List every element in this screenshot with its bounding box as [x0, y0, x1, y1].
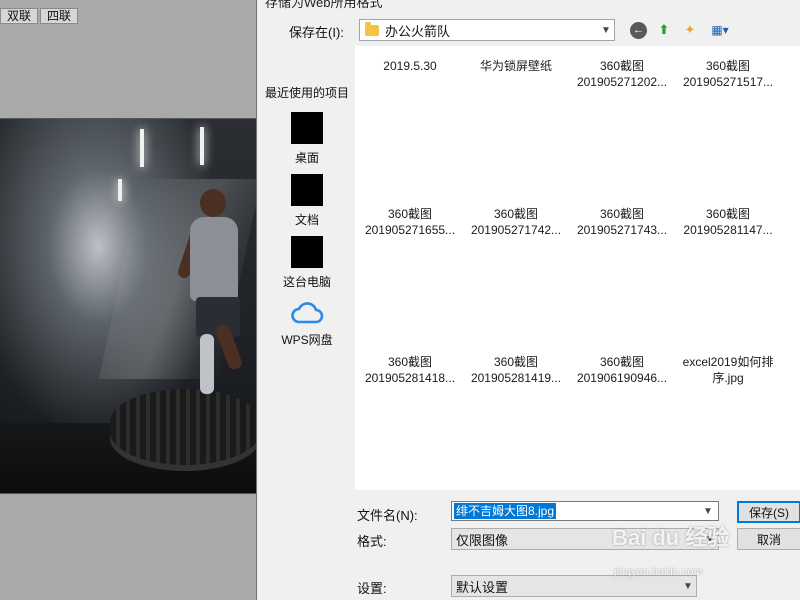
athlete-torso — [190, 217, 238, 301]
file-item-name-cont: 201905281419... — [470, 371, 562, 385]
filename-input[interactable]: 绯不吉姆大图8.jpg ▼ — [451, 501, 719, 521]
settings-label: 设置: — [357, 581, 387, 596]
save-in-label: 保存在(I): — [289, 25, 344, 40]
file-list[interactable]: 2019.5.30 华为锁屏壁纸 360截图 201905271202... 3… — [355, 46, 800, 490]
file-item[interactable]: 360截图 201905281147... — [673, 206, 783, 238]
athlete-head — [200, 189, 226, 217]
file-item[interactable]: 360截图 201905271655... — [355, 206, 465, 238]
file-item[interactable]: 360截图 201905271517... — [673, 58, 783, 90]
places-wps-cloud[interactable]: WPS网盘 — [257, 300, 357, 348]
file-item-name: 华为锁屏壁纸 — [479, 59, 552, 73]
computer-icon — [291, 236, 323, 268]
current-folder-name: 办公火箭队 — [385, 23, 451, 39]
documents-icon — [291, 174, 323, 206]
baidu-watermark-url: jingyan.baidu.com — [614, 566, 703, 578]
file-item-name-cont: 201905271743... — [576, 223, 668, 237]
save-dialog: 存储为Web所用格式 保存在(I): 办公火箭队 ▼ ← ⬆ ✦ ▦▾ 最近使用… — [256, 0, 800, 600]
filename-value: 绯不吉姆大图8.jpg — [454, 503, 557, 519]
tab-4up[interactable]: 四联 — [40, 8, 79, 24]
back-button[interactable]: ← — [630, 21, 647, 39]
file-item[interactable]: 360截图 201905271742... — [461, 206, 571, 238]
file-item-name-cont: 201905271202... — [576, 75, 668, 89]
file-item[interactable]: excel2019如何排 序.jpg — [673, 354, 783, 386]
view-menu-button[interactable]: ▦▾ — [707, 21, 733, 39]
new-folder-button[interactable]: ✦ — [681, 21, 699, 39]
file-item-name: 360截图 — [705, 207, 751, 221]
file-item[interactable]: 360截图 201905281419... — [461, 354, 571, 386]
places-desktop[interactable]: 桌面 — [257, 112, 357, 166]
save-button[interactable]: 保存(S) — [737, 501, 800, 523]
file-item-name-cont: 序.jpg — [712, 371, 744, 385]
dialog-title: 存储为Web所用格式 — [265, 0, 383, 10]
file-item-name: 360截图 — [599, 59, 645, 73]
file-item-name: 360截图 — [493, 355, 539, 369]
file-item-name: 360截图 — [387, 355, 433, 369]
places-documents-label: 文档 — [294, 213, 319, 227]
chevron-down-icon[interactable]: ▼ — [598, 25, 614, 36]
chevron-down-icon[interactable]: ▼ — [700, 506, 716, 517]
places-desktop-label: 桌面 — [294, 151, 319, 165]
file-item-name-cont: 201905271517... — [682, 75, 774, 89]
ceiling-light — [140, 129, 144, 167]
file-item-name: 360截图 — [599, 355, 645, 369]
file-item-name-cont: 201905271742... — [470, 223, 562, 237]
settings-value: 默认设置 — [456, 579, 509, 595]
file-item-name: 360截图 — [599, 207, 645, 221]
settings-dropdown[interactable]: 默认设置 ▼ — [451, 575, 697, 597]
folder-dropdown[interactable]: 办公火箭队 ▼ — [359, 19, 615, 41]
desktop-icon — [291, 112, 323, 144]
file-item-name: 2019.5.30 — [383, 59, 437, 73]
cloud-icon — [291, 302, 324, 324]
athlete-leg — [200, 334, 214, 394]
file-item[interactable]: 360截图 201905281418... — [355, 354, 465, 386]
file-item-name: 360截图 — [493, 207, 539, 221]
ceiling-light — [200, 127, 204, 165]
places-wps-label: WPS网盘 — [281, 333, 333, 347]
file-item-name-cont: 201905281147... — [683, 223, 773, 237]
folder-icon — [365, 21, 379, 36]
format-label: 格式: — [357, 534, 387, 549]
filename-label: 文件名(N): — [357, 508, 418, 523]
file-item-name-cont: 201905271655... — [364, 223, 456, 237]
background-tab-bar: 双联 四联 — [0, 8, 79, 24]
baidu-watermark: Bai du 经验 — [612, 525, 730, 550]
file-item-name: 360截图 — [705, 59, 751, 73]
file-item[interactable]: 360截图 201905271743... — [567, 206, 677, 238]
file-item-name: excel2019如何排 — [682, 355, 774, 369]
tab-2up[interactable]: 双联 — [0, 8, 39, 24]
file-item[interactable]: 2019.5.30 — [355, 58, 465, 74]
file-item[interactable]: 360截图 201905271202... — [567, 58, 677, 90]
file-item-name: 360截图 — [387, 207, 433, 221]
file-item-name-cont: 201906190946... — [576, 371, 668, 385]
ceiling-light — [118, 179, 122, 201]
file-item-name-cont: 201905281418... — [364, 371, 456, 385]
up-folder-button[interactable]: ⬆ — [655, 21, 673, 39]
places-this-pc[interactable]: 这台电脑 — [257, 236, 357, 290]
file-item[interactable]: 华为锁屏壁纸 — [461, 58, 571, 74]
image-preview-canvas — [0, 118, 258, 494]
places-bar: 最近使用的项目 桌面 文档 这台电脑 WPS网盘 — [257, 46, 355, 566]
dialog-toolbar: ← ⬆ ✦ ▦▾ — [630, 21, 733, 39]
places-recent[interactable]: 最近使用的项目 — [265, 84, 349, 101]
tire — [110, 389, 258, 471]
places-documents[interactable]: 文档 — [257, 174, 357, 228]
chevron-down-icon[interactable]: ▼ — [680, 581, 696, 592]
file-item[interactable]: 360截图 201906190946... — [567, 354, 677, 386]
cancel-button[interactable]: 取消 — [737, 528, 800, 550]
places-this-pc-label: 这台电脑 — [282, 275, 331, 289]
